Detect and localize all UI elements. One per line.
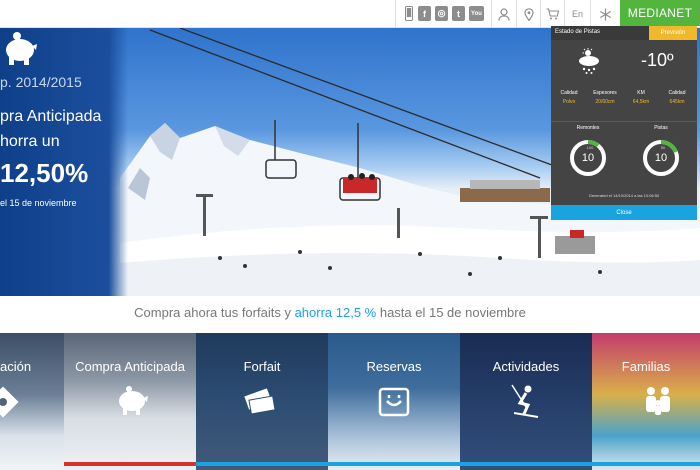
reservation-icon <box>378 387 410 417</box>
snowflake-icon <box>600 8 611 20</box>
promo-discount: 12,50% <box>0 158 89 188</box>
youtube-icon[interactable]: You <box>469 6 484 21</box>
tagline-highlight[interactable]: ahorra 12,5 % <box>295 305 377 320</box>
promo-panel[interactable]: p. 2014/2015 pra Anticipada horra un 12,… <box>0 28 128 296</box>
piggy-bank-icon <box>119 386 148 415</box>
stat-km: KM 64,5km <box>632 90 650 105</box>
location-icon <box>523 7 534 21</box>
snow-cloud-icon <box>579 48 599 74</box>
promo-subtitle: horra un <box>0 133 60 150</box>
tile-reservas[interactable]: Reservas <box>328 333 460 470</box>
stat-calidad: Calidad Polvo <box>560 90 578 105</box>
pistas-label: Pistas <box>654 125 668 131</box>
promo-title: pra Anticipada <box>0 108 102 125</box>
tagline-before: Compra ahora tus forfaits y <box>134 305 295 320</box>
widget-divider <box>551 121 697 122</box>
remontes-gauge: 100 10 <box>568 138 608 178</box>
tile-label: ación <box>0 359 32 374</box>
instagram-icon[interactable]: ◎ <box>435 6 448 21</box>
facebook-icon[interactable]: f <box>418 6 431 21</box>
user-button[interactable] <box>491 0 516 28</box>
tile-active-bar <box>64 462 196 466</box>
generated-timestamp: Generated el 14/10/2014 a las 10:06:50 <box>588 193 660 198</box>
temperature-readout: -10º <box>641 50 674 70</box>
mobile-icon[interactable] <box>405 6 413 21</box>
page: f ◎ t You En MEDIANET p. 2014/2015 pra A… <box>0 0 700 470</box>
close-button[interactable]: Close <box>551 205 697 220</box>
promo-season: p. 2014/2015 <box>0 74 82 90</box>
twitter-icon[interactable]: t <box>452 6 465 21</box>
remontes-label: Remontes <box>576 125 600 131</box>
tile-informacion[interactable]: ación <box>0 333 64 470</box>
top-bar: f ◎ t You En MEDIANET <box>0 0 700 28</box>
piggy-bank-icon <box>6 32 37 65</box>
tile-label: Compra Anticipada <box>75 359 185 374</box>
tile-bar <box>592 462 700 466</box>
widget-tabs: Estado de Pistas Previsión <box>551 26 697 40</box>
tile-label: Familias <box>621 359 671 374</box>
medianet-button[interactable]: MEDIANET <box>620 0 700 26</box>
cart-button[interactable] <box>540 0 564 28</box>
tile-actividades[interactable]: Actividades <box>460 333 592 470</box>
tile-forfait[interactable]: Forfait <box>196 333 328 470</box>
tile-label: Reservas <box>366 359 422 374</box>
tile-label: Forfait <box>243 359 281 374</box>
tile-label: Actividades <box>492 359 560 374</box>
stat-calidad-km: Calidad 645km <box>668 90 686 105</box>
tagline-after: hasta el 15 de noviembre <box>376 305 526 320</box>
pistas-gauge: 50 10 <box>641 138 681 178</box>
tile-bar <box>460 462 592 466</box>
snow-stats: Calidad Polvo Espesores 20/60cm KM 64,5km C… <box>551 90 697 116</box>
user-icon <box>498 7 510 21</box>
tile-compra-anticipada[interactable]: Compra Anticipada <box>64 333 196 470</box>
family-icon <box>646 387 670 415</box>
ticket-icon <box>244 388 276 415</box>
category-tiles: ación Compra Anticipada Forfait Reservas… <box>0 333 700 470</box>
skier-icon <box>511 384 539 418</box>
snow-report-widget: Estado de Pistas Previsión -10º Calidad P… <box>551 26 697 220</box>
location-button[interactable] <box>516 0 540 28</box>
social-links: f ◎ t You <box>395 0 491 28</box>
tab-prevision[interactable]: Previsión <box>649 26 697 40</box>
tagline: Compra ahora tus forfaits y ahorra 12,5 … <box>0 305 660 320</box>
tab-estado-pistas[interactable]: Estado de Pistas <box>555 29 600 35</box>
snow-button[interactable] <box>590 0 620 28</box>
cart-icon <box>546 8 559 20</box>
promo-deadline: el 15 de noviembre <box>0 198 77 208</box>
language-selector[interactable]: En <box>564 0 590 28</box>
stat-espesores: Espesores 20/60cm <box>593 90 617 105</box>
tile-bar <box>328 462 460 466</box>
tile-bar <box>196 462 328 466</box>
ski-tag-icon <box>0 386 19 418</box>
tile-familias[interactable]: Familias <box>592 333 700 470</box>
